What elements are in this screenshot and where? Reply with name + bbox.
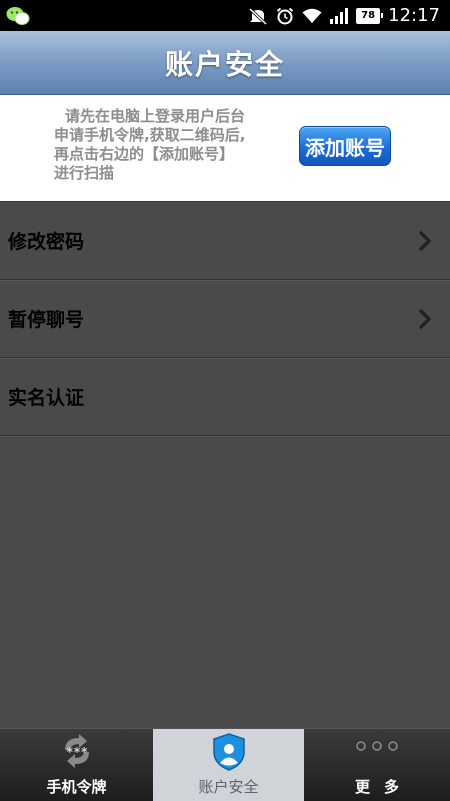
page-title: 账户安全 — [164, 47, 285, 81]
shield-user-icon — [212, 733, 245, 771]
menu-item-label: 修改密码 — [8, 231, 85, 253]
add-account-button[interactable]: 添加账号 — [299, 126, 391, 166]
alarm-icon — [276, 7, 294, 24]
tab-phone-token[interactable]: *** 手机令牌 — [0, 729, 153, 801]
battery-level: 78 — [361, 9, 376, 21]
tab-more[interactable]: 更多 — [304, 729, 450, 801]
tab-label: 账户安全 — [198, 778, 259, 796]
svg-text:***: *** — [66, 745, 88, 759]
status-bar: 78 12:17 — [0, 0, 450, 31]
token-refresh-icon: *** — [64, 734, 89, 768]
hint-line-2: 申请手机令牌,获取二维码后, — [54, 126, 246, 144]
hint-line-3: 再点击右边的【添加账号】 — [54, 145, 235, 163]
tab-account-security[interactable]: 账户安全 — [153, 729, 304, 801]
title-bar: 账户安全 — [0, 31, 450, 95]
menu-item-label: 实名认证 — [8, 387, 85, 409]
signal-icon — [330, 7, 349, 24]
chevron-right-icon — [419, 309, 431, 329]
tab-label: 更多 — [354, 778, 413, 796]
menu-item-real-name-verification[interactable]: 实名认证 — [0, 358, 450, 436]
chevron-right-icon — [419, 231, 431, 251]
bottom-tab-bar: *** 手机令牌 账户安全 更多 — [0, 728, 450, 801]
menu-item-suspend-account[interactable]: 暂停聊号 — [0, 280, 450, 358]
hint-text: 请先在电脑上登录用户后台 申请手机令牌,获取二维码后, 再点击右边的【添加账号】… — [54, 107, 282, 183]
battery-icon: 78 — [356, 7, 384, 24]
hint-panel: 请先在电脑上登录用户后台 申请手机令牌,获取二维码后, 再点击右边的【添加账号】… — [0, 95, 450, 201]
menu-item-change-password[interactable]: 修改密码 — [0, 202, 450, 280]
wechat-icon — [6, 7, 30, 25]
tab-label: 手机令牌 — [46, 778, 107, 796]
more-dots-icon — [356, 741, 398, 751]
mute-icon — [249, 7, 268, 25]
hint-line-1: 请先在电脑上登录用户后台 — [65, 107, 246, 125]
hint-line-4: 进行扫描 — [54, 164, 115, 182]
wifi-icon — [302, 8, 322, 23]
menu-item-label: 暂停聊号 — [8, 309, 85, 331]
menu-list: 修改密码 暂停聊号 实名认证 — [0, 201, 450, 436]
status-time: 12:17 — [388, 5, 440, 26]
